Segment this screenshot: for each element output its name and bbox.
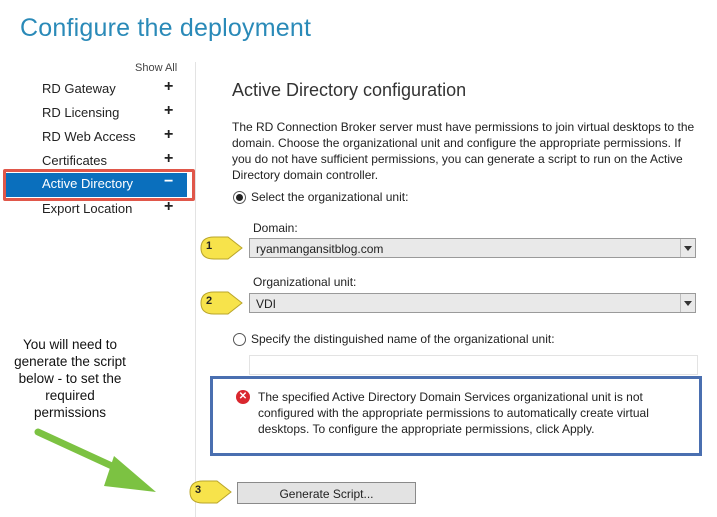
- callout-number: 2: [206, 295, 213, 307]
- generate-script-button[interactable]: Generate Script...: [237, 482, 416, 504]
- callout-shape-icon: [189, 480, 232, 504]
- expand-plus-icon[interactable]: +: [164, 78, 173, 96]
- dropdown-arrow-icon[interactable]: [680, 294, 695, 312]
- sidebar-item-rd-gateway[interactable]: RD Gateway +: [0, 78, 188, 102]
- sidebar-item-rd-licensing[interactable]: RD Licensing +: [0, 102, 188, 126]
- sidebar-item-export-location[interactable]: Export Location +: [0, 198, 188, 222]
- radio-specify-dn-label: Specify the distinguished name of the or…: [251, 332, 555, 346]
- ou-value: VDI: [256, 297, 277, 311]
- radio-select-ou-label: Select the organizational unit:: [251, 190, 409, 204]
- dropdown-arrow-icon[interactable]: [680, 239, 695, 257]
- callout-1: 1: [198, 234, 244, 262]
- section-description: The RD Connection Broker server must hav…: [232, 120, 695, 182]
- domain-value: ryanmangansitblog.com: [256, 242, 384, 256]
- expand-plus-icon[interactable]: +: [164, 102, 173, 120]
- expand-plus-icon[interactable]: +: [164, 150, 173, 168]
- error-message-box: ✕ The specified Active Directory Domain …: [210, 376, 702, 456]
- radio-select-ou[interactable]: [233, 191, 246, 204]
- callout-2: 2: [198, 289, 244, 317]
- section-title: Active Directory configuration: [232, 80, 467, 100]
- callout-number: 1: [206, 240, 213, 252]
- sidebar-item-rd-web-access[interactable]: RD Web Access +: [0, 126, 188, 150]
- expand-plus-icon[interactable]: +: [164, 126, 173, 144]
- callout-shape-icon: [200, 236, 243, 260]
- distinguished-name-input[interactable]: [249, 355, 698, 375]
- callout-number: 3: [195, 484, 202, 496]
- domain-select[interactable]: ryanmangansitblog.com: [249, 238, 696, 258]
- sidebar-item-label: Export Location: [42, 201, 133, 216]
- sidebar-item-label: RD Licensing: [42, 105, 120, 120]
- divider: [195, 62, 196, 517]
- highlight-box: [3, 169, 195, 201]
- show-all-link[interactable]: Show All: [135, 62, 177, 74]
- green-arrow-icon: [34, 428, 156, 492]
- sidebar-item-label: RD Gateway: [42, 81, 116, 96]
- page-title: Configure the deployment: [20, 14, 312, 42]
- callout-shape-icon: [200, 291, 243, 315]
- radio-specify-dn[interactable]: [233, 333, 246, 346]
- ou-label: Organizational unit:: [253, 275, 357, 289]
- error-x-icon: ✕: [236, 390, 250, 404]
- error-message: The specified Active Directory Domain Se…: [258, 390, 649, 436]
- ou-select[interactable]: VDI: [249, 293, 696, 313]
- domain-label: Domain:: [253, 221, 298, 235]
- callout-3: 3: [187, 478, 233, 506]
- sidebar-item-label: Certificates: [42, 153, 108, 168]
- sidebar-item-label: RD Web Access: [42, 129, 136, 144]
- annotation-note: You will need to generate the script bel…: [14, 337, 126, 420]
